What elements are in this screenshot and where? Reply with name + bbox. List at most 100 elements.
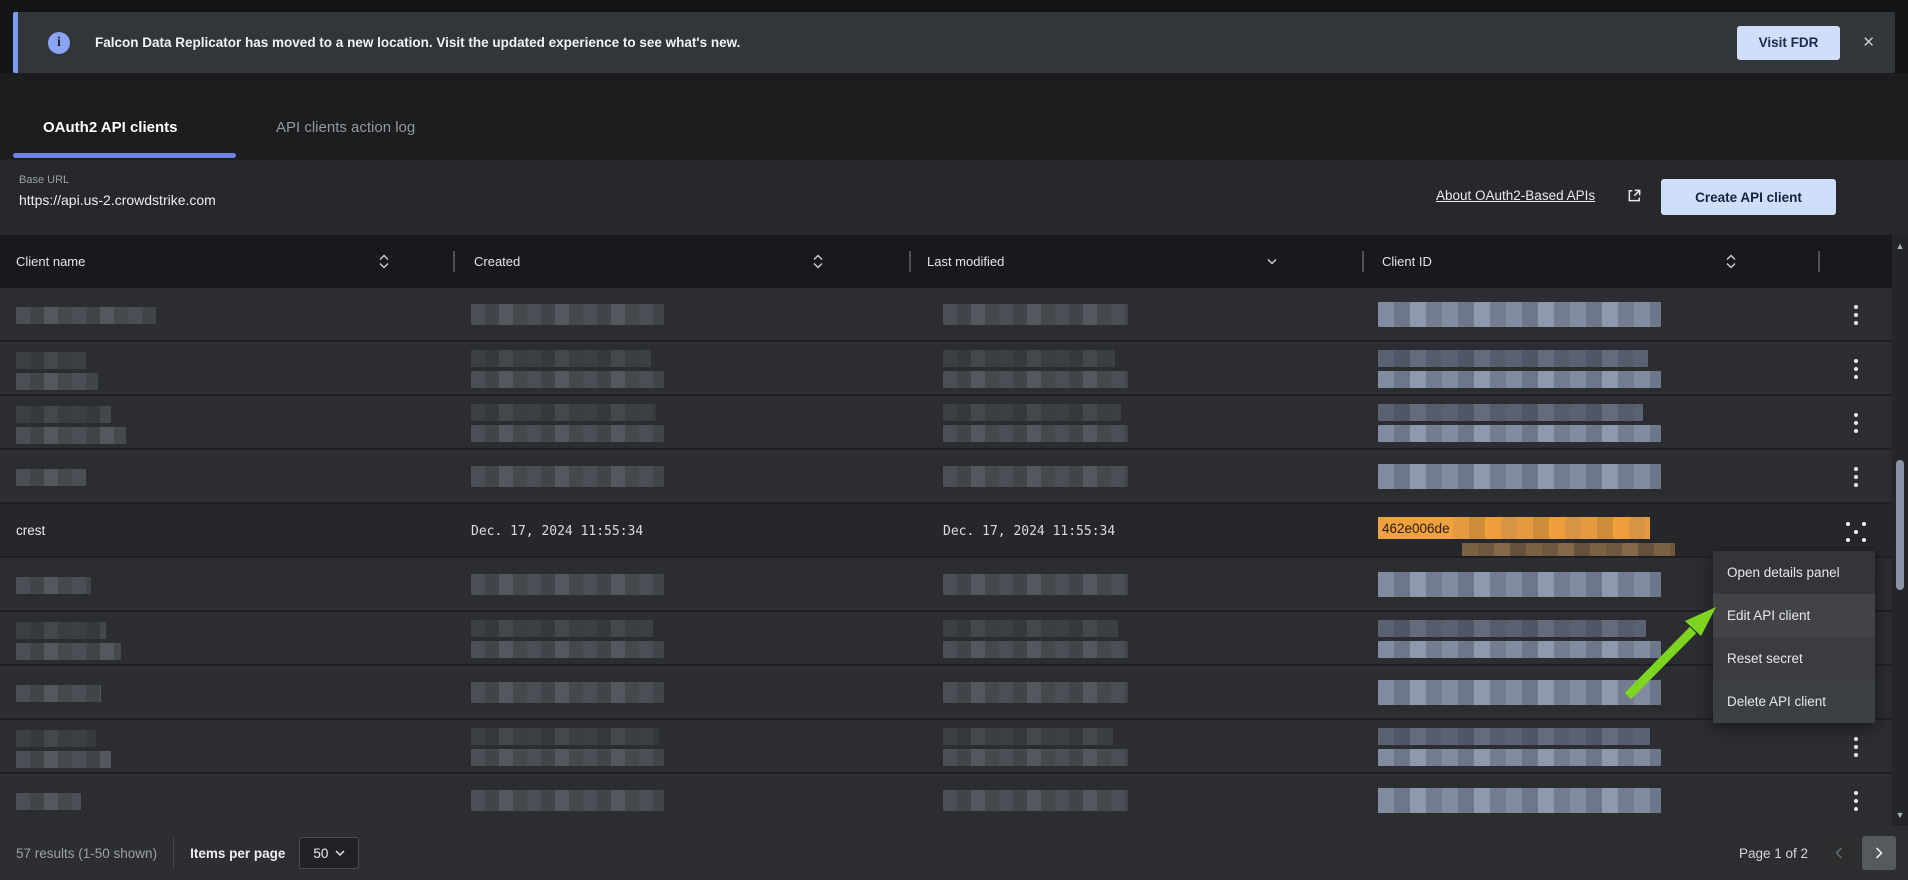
info-icon: i [48, 32, 70, 54]
active-tab-underline [13, 153, 236, 158]
vertical-scrollbar[interactable]: ▲ ▼ [1892, 235, 1908, 826]
column-header-created[interactable]: Created [474, 235, 854, 288]
scroll-down-icon[interactable]: ▼ [1892, 810, 1908, 820]
table-header: Client name Created Last modified Client… [0, 235, 1908, 288]
redacted-client-id [1378, 464, 1661, 489]
sort-updown-icon[interactable] [1725, 253, 1737, 270]
column-header-client-id[interactable]: Client ID [1382, 235, 1767, 288]
external-link-icon [1627, 188, 1642, 208]
redacted-client-name [16, 577, 91, 594]
row-actions-kebab-icon[interactable] [1846, 411, 1866, 435]
table-row-redacted[interactable] [0, 288, 1892, 342]
redacted-created [471, 466, 664, 487]
menu-item-open-details-panel[interactable]: Open details panel [1713, 551, 1875, 594]
client-id-redaction-smear [1462, 543, 1675, 556]
table-row-redacted[interactable] [0, 450, 1892, 504]
sort-down-icon[interactable] [1266, 258, 1278, 266]
row-actions-kebab-icon[interactable] [1846, 303, 1866, 327]
redacted-created [471, 304, 664, 325]
tab-api-clients-action-log[interactable]: API clients action log [276, 119, 415, 136]
redacted-created [471, 574, 664, 595]
pagination-footer: 57 results (1-50 shown) Items per page 5… [0, 826, 1908, 880]
scrollbar-thumb[interactable] [1896, 460, 1904, 590]
about-oauth2-apis-link[interactable]: About OAuth2-Based APIs [1436, 188, 1595, 203]
footer-divider [173, 838, 174, 868]
table-row-redacted[interactable] [0, 720, 1892, 774]
redacted-last-modified [943, 682, 1128, 703]
column-divider [909, 251, 911, 272]
redacted-client-id [1378, 680, 1661, 705]
redacted-created [471, 728, 664, 766]
redacted-created [471, 682, 664, 703]
column-header-last-modified[interactable]: Last modified [927, 235, 1312, 288]
menu-item-edit-api-client[interactable]: Edit API client [1713, 594, 1875, 637]
redacted-client-name [16, 793, 81, 810]
redacted-client-name [16, 307, 156, 324]
menu-item-delete-api-client[interactable]: Delete API client [1713, 680, 1875, 723]
table-row-redacted[interactable] [0, 612, 1892, 666]
base-url-value: https://api.us-2.crowdstrike.com [19, 192, 216, 208]
row-actions-kebab-icon[interactable] [1846, 357, 1866, 381]
client-id-redacted-remainder [1453, 517, 1650, 539]
redacted-client-name [16, 352, 98, 390]
row-actions-kebab-icon[interactable] [1846, 789, 1866, 813]
fdr-notice-banner: i Falcon Data Replicator has moved to a … [13, 12, 1895, 73]
chevron-right-icon [1875, 847, 1883, 859]
tab-oauth2-api-clients[interactable]: OAuth2 API clients [43, 119, 177, 136]
redacted-client-name [16, 406, 126, 444]
scroll-up-icon[interactable]: ▲ [1892, 241, 1908, 251]
items-per-page-select[interactable]: 50 [299, 837, 359, 869]
redacted-client-name [16, 469, 86, 486]
client-name-cell: crest [16, 523, 45, 538]
table-row-redacted[interactable] [0, 396, 1892, 450]
table-row-crest[interactable]: crest Dec. 17, 2024 11:55:34 Dec. 17, 20… [0, 504, 1892, 558]
column-divider [1818, 251, 1820, 272]
column-header-client-name[interactable]: Client name [16, 235, 420, 288]
table-body: crest Dec. 17, 2024 11:55:34 Dec. 17, 20… [0, 288, 1908, 826]
redacted-client-name [16, 730, 111, 768]
table-row-redacted[interactable] [0, 666, 1892, 720]
redacted-last-modified [943, 620, 1128, 658]
table-row-redacted[interactable] [0, 774, 1892, 826]
redacted-client-id [1378, 302, 1661, 327]
banner-close-icon[interactable]: ✕ [1862, 35, 1875, 50]
redacted-client-id [1378, 788, 1661, 813]
redacted-client-id [1378, 404, 1661, 442]
row-actions-kebab-icon[interactable] [1846, 465, 1866, 489]
create-api-client-button[interactable]: Create API client [1661, 179, 1836, 215]
results-count: 57 results (1-50 shown) [16, 846, 157, 861]
redacted-last-modified [943, 404, 1128, 442]
redacted-client-id [1378, 728, 1661, 766]
redacted-client-id [1378, 572, 1661, 597]
chevron-left-icon [1835, 847, 1843, 859]
toolbar: Base URL https://api.us-2.crowdstrike.co… [0, 160, 1908, 235]
redacted-created [471, 620, 664, 658]
page-info: Page 1 of 2 [1739, 846, 1808, 861]
sort-updown-icon[interactable] [812, 253, 824, 270]
client-id-cell: 462e006de [1378, 517, 1650, 539]
redacted-client-name [16, 685, 101, 702]
menu-item-reset-secret[interactable]: Reset secret [1713, 637, 1875, 680]
base-url-label: Base URL [19, 174, 69, 186]
redacted-last-modified [943, 304, 1128, 325]
column-divider [1362, 251, 1364, 272]
next-page-button[interactable] [1862, 836, 1896, 870]
row-actions-context-menu: Open details panel Edit API client Reset… [1713, 551, 1875, 723]
previous-page-button[interactable] [1822, 836, 1856, 870]
table-row-redacted[interactable] [0, 558, 1892, 612]
redacted-last-modified [943, 350, 1128, 388]
row-actions-kebab-icon[interactable] [1846, 735, 1866, 759]
table-row-redacted[interactable] [0, 342, 1892, 396]
row-actions-kebab-open-icon[interactable] [1844, 520, 1868, 544]
banner-message: Falcon Data Replicator has moved to a ne… [95, 35, 740, 50]
redacted-client-id [1378, 350, 1661, 388]
created-cell: Dec. 17, 2024 11:55:34 [471, 524, 643, 539]
tab-bar: OAuth2 API clients API clients action lo… [0, 73, 1908, 160]
last-modified-cell: Dec. 17, 2024 11:55:34 [943, 524, 1115, 539]
items-per-page-label: Items per page [190, 846, 285, 861]
sort-updown-icon[interactable] [378, 253, 390, 270]
redacted-created [471, 350, 664, 388]
redacted-last-modified [943, 466, 1128, 487]
redacted-client-name [16, 622, 121, 660]
visit-fdr-button[interactable]: Visit FDR [1737, 26, 1841, 60]
